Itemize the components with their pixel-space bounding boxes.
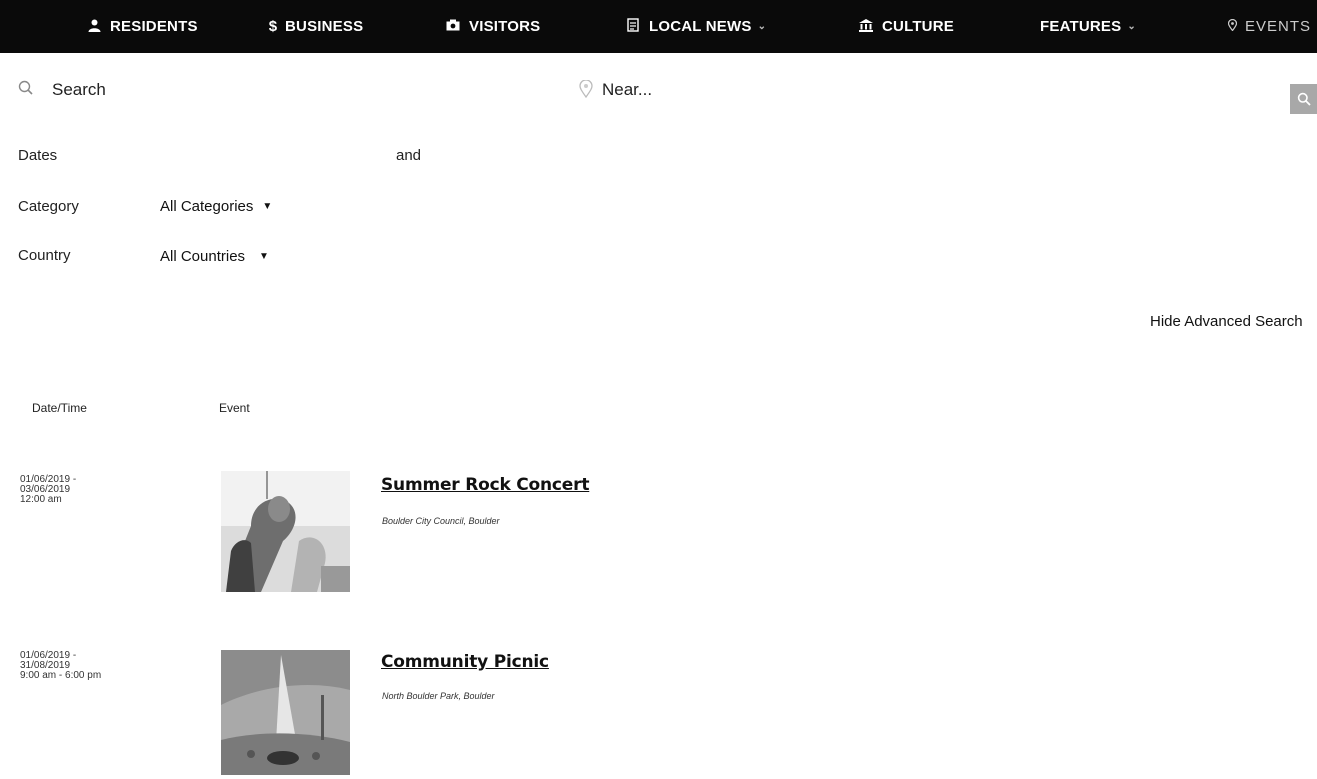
nav-item-label: CULTURE (882, 18, 954, 35)
nav-item-label: RESIDENTS (110, 18, 198, 35)
map-pin-icon (579, 80, 593, 98)
nav-item-label: FEATURES (1040, 18, 1122, 35)
nav-item-culture[interactable]: CULTURE (858, 0, 954, 53)
country-label: Country (18, 247, 71, 264)
event-title-link[interactable]: Community Picnic (381, 652, 549, 672)
nav-item-visitors[interactable]: VISITORS (445, 0, 540, 53)
chevron-down-icon: ⌄ (1127, 21, 1136, 32)
category-select-value: All Categories (160, 198, 254, 215)
newspaper-icon (625, 18, 641, 35)
country-select-value: All Countries (160, 248, 246, 265)
event-date-line: 12:00 am (20, 494, 62, 505)
event-title-link[interactable]: Summer Rock Concert (381, 475, 589, 495)
dollar-icon: $ (268, 18, 278, 35)
search-input[interactable] (52, 77, 552, 103)
column-header-date-time: Date/Time (32, 401, 87, 415)
column-header-event: Event (219, 401, 250, 415)
event-date: 01/06/2019 - 31/08/2019 9:00 am - 6:00 p… (20, 651, 140, 681)
nav-item-business[interactable]: $ BUSINESS (268, 0, 363, 53)
nav-item-features[interactable]: FEATURES ⌄ (1040, 0, 1136, 53)
start-date-input[interactable] (160, 145, 380, 165)
nav-item-label: LOCAL NEWS (649, 18, 752, 35)
hide-advanced-search-link[interactable]: Hide Advanced Search (1150, 313, 1303, 330)
near-location-input[interactable] (602, 77, 1202, 103)
dropdown-arrow-icon: ▼ (259, 251, 269, 262)
bank-icon (858, 18, 874, 35)
country-select[interactable]: All Countries ▼ (160, 248, 269, 265)
nav-item-residents[interactable]: RESIDENTS (86, 0, 198, 53)
camera-icon (445, 19, 461, 34)
search-icon (1297, 92, 1311, 106)
category-select[interactable]: All Categories ▼ (160, 198, 272, 215)
search-bar (0, 60, 1317, 125)
and-label: and (396, 147, 422, 164)
dropdown-arrow-icon: ▼ (262, 201, 273, 212)
nav-item-label: VISITORS (469, 18, 541, 35)
nav-item-events[interactable]: EVENTS (1227, 0, 1311, 53)
chevron-down-icon: ⌄ (757, 21, 767, 32)
concert-thumbnail-image[interactable] (221, 471, 350, 592)
dates-label: Dates (18, 147, 58, 164)
nav-item-local-news[interactable]: LOCAL NEWS ⌄ (625, 0, 766, 53)
nav-item-label: EVENTS (1245, 18, 1312, 35)
top-navigation-bar: RESIDENTS $ BUSINESS VISITORS LOCAL NEWS… (0, 0, 1317, 53)
end-date-input[interactable] (440, 145, 660, 165)
event-location: Boulder City Council, Boulder (382, 516, 500, 526)
search-icon (18, 80, 33, 95)
user-icon (86, 19, 102, 35)
nav-item-label: BUSINESS (285, 18, 364, 35)
category-label: Category (18, 198, 79, 215)
event-date-line: 9:00 am - 6:00 pm (20, 670, 102, 681)
picnic-thumbnail-image[interactable] (221, 650, 350, 775)
event-date: 01/06/2019 - 03/06/2019 12:00 am (20, 475, 140, 505)
search-button[interactable] (1290, 84, 1317, 114)
map-pin-icon (1227, 18, 1237, 34)
event-location: North Boulder Park, Boulder (382, 691, 495, 701)
